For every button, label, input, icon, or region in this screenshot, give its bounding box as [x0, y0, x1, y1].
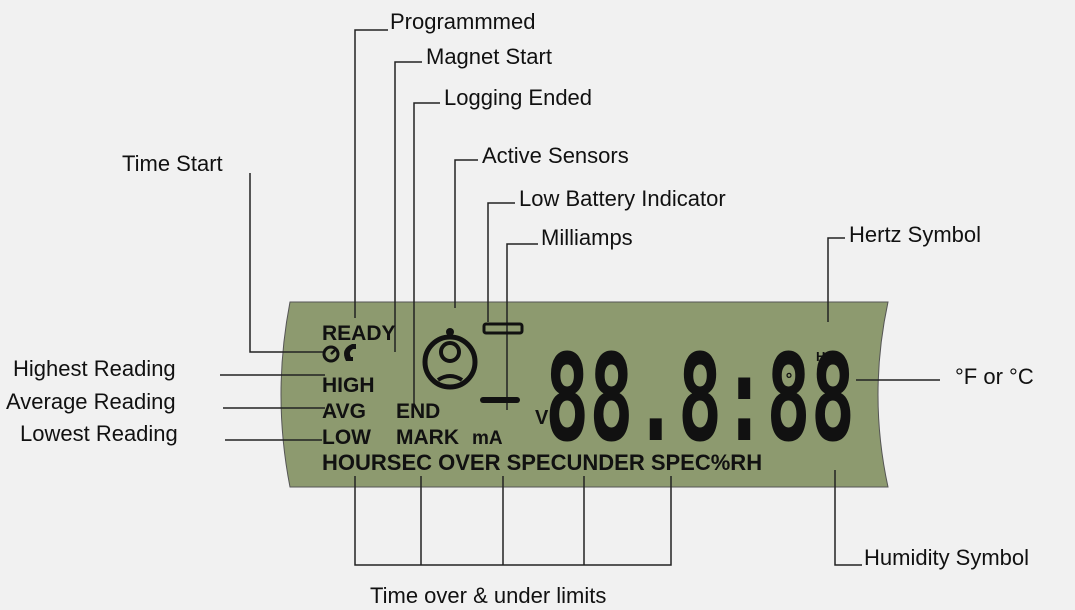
lcd-mark: MARK: [396, 426, 459, 449]
callout-active-sensors: Active Sensors: [482, 143, 629, 168]
callout-low-battery: Low Battery Indicator: [519, 186, 726, 211]
lcd-low: LOW: [322, 426, 371, 449]
callout-milliamps: Milliamps: [541, 225, 633, 250]
callout-magnet-start: Magnet Start: [426, 44, 552, 69]
lcd-end: END: [396, 400, 440, 423]
lcd-ma: mA: [472, 428, 503, 449]
lcd-avg: AVG: [322, 400, 366, 423]
callout-f-or-c: °F or °C: [955, 364, 1034, 389]
degree-icon: °: [785, 370, 793, 389]
callout-humidity-symbol: Humidity Symbol: [864, 545, 1029, 570]
callout-highest-reading: Highest Reading: [13, 356, 176, 381]
callout-logging-ended: Logging Ended: [444, 85, 592, 110]
callout-average-reading: Average Reading: [6, 389, 176, 414]
callout-time-over-under: Time over & under limits: [370, 583, 606, 608]
lcd-ready: READY: [322, 322, 396, 345]
callout-hertz-symbol: Hertz Symbol: [849, 222, 981, 247]
lcd-digits: 88.8:88: [545, 330, 855, 469]
callout-programmed: Programmmed: [390, 9, 535, 34]
callout-lowest-reading: Lowest Reading: [20, 421, 178, 446]
callout-time-start: Time Start: [122, 151, 223, 176]
lcd-diagram: Programmmed Magnet Start Logging Ended A…: [6, 9, 1034, 608]
minus-sign-icon: [480, 397, 520, 403]
lcd-high: HIGH: [322, 374, 375, 397]
